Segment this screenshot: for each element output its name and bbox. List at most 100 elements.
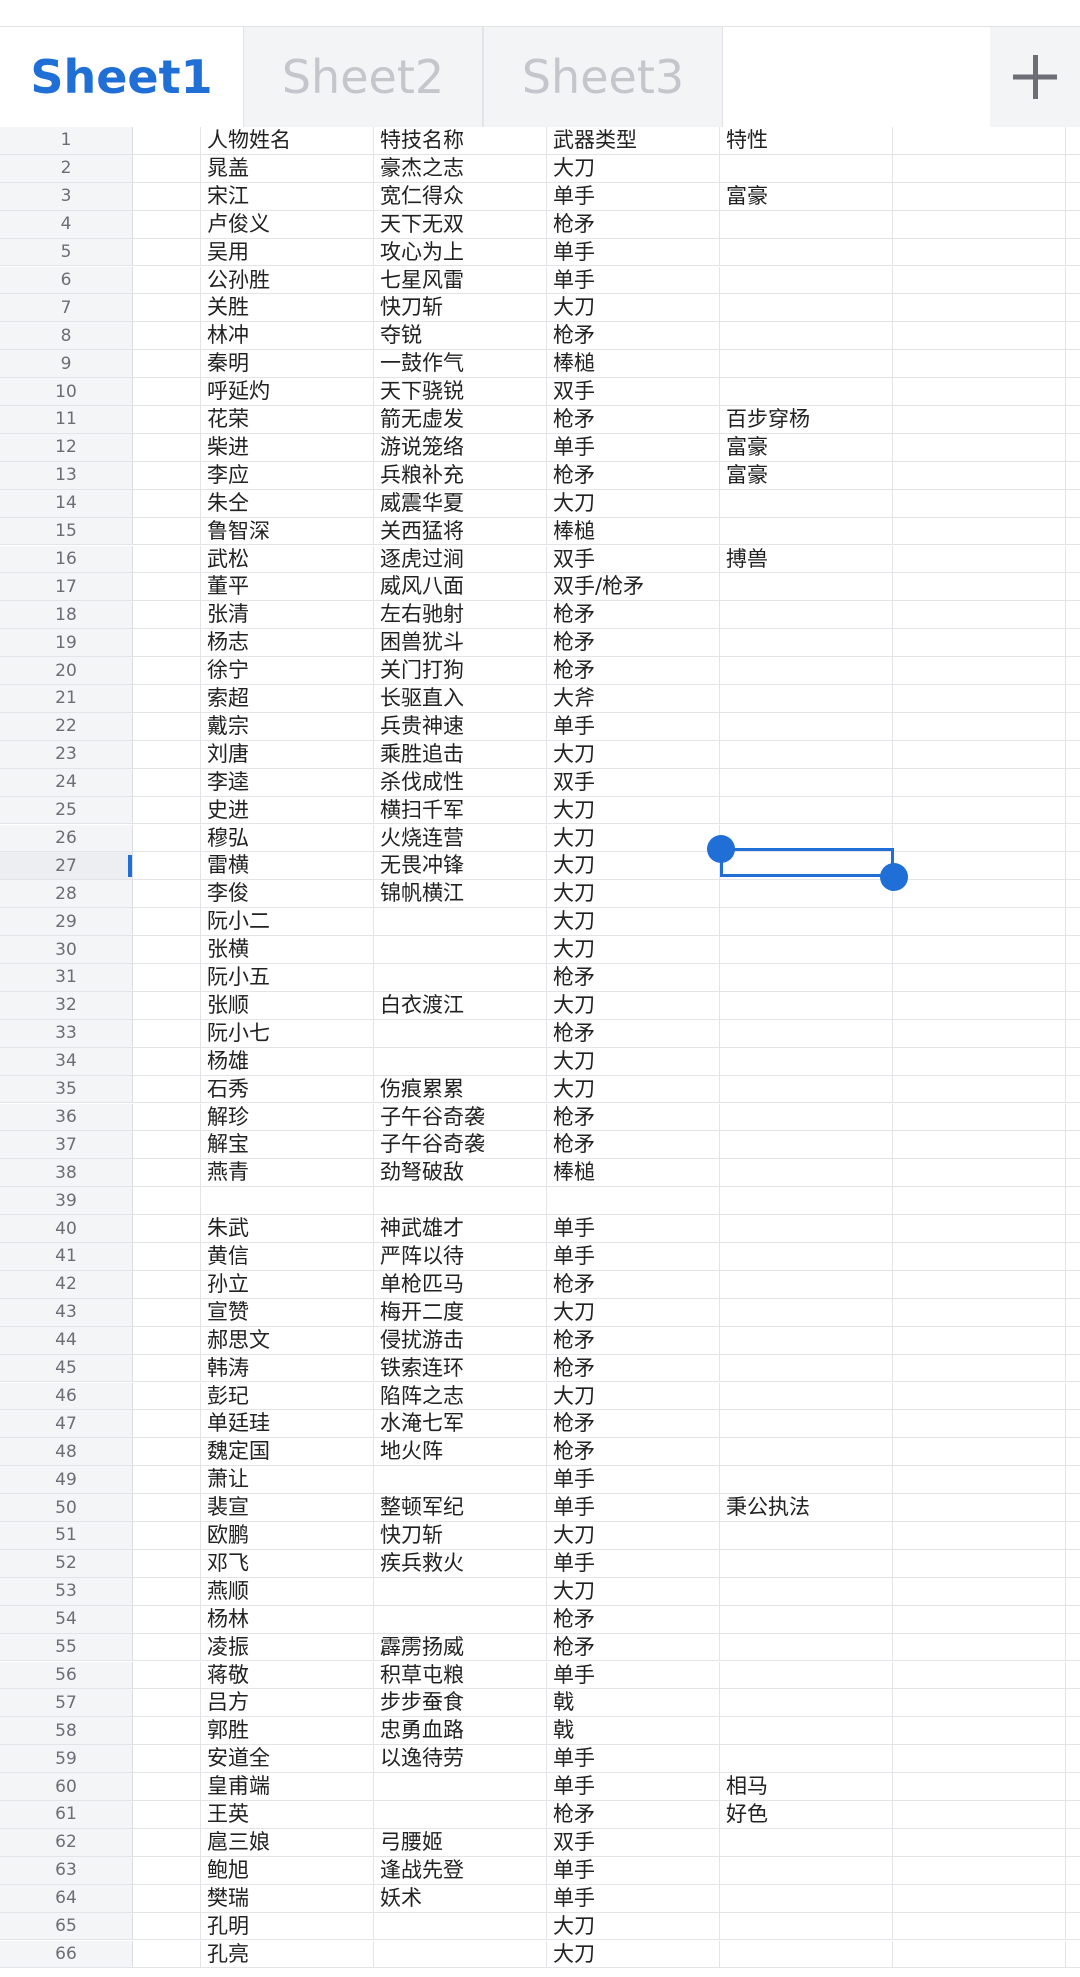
table-cell[interactable] — [133, 182, 201, 210]
table-cell[interactable]: 逢战先登 — [374, 1856, 547, 1884]
row-number[interactable]: 32 — [0, 991, 133, 1019]
table-cell[interactable] — [720, 1577, 893, 1605]
table-cell[interactable] — [133, 1019, 201, 1047]
table-cell[interactable] — [374, 908, 547, 936]
table-cell[interactable]: 子午谷奇袭 — [374, 1131, 547, 1159]
table-cell[interactable] — [893, 182, 1066, 210]
table-cell[interactable]: 特性 — [720, 127, 893, 154]
table-cell[interactable] — [893, 1019, 1066, 1047]
table-cell[interactable] — [893, 964, 1066, 991]
row-number[interactable]: 59 — [0, 1745, 133, 1773]
table-cell[interactable]: 晁盖 — [201, 154, 374, 182]
tab-sheet2[interactable]: Sheet2 — [243, 27, 483, 127]
table-cell[interactable] — [893, 461, 1066, 489]
table-cell[interactable]: 雷横 — [201, 852, 374, 880]
table-cell[interactable] — [720, 1047, 893, 1075]
table-cell[interactable] — [133, 1075, 201, 1103]
table-cell[interactable] — [133, 768, 201, 796]
table-cell[interactable] — [133, 1159, 201, 1187]
table-cell[interactable] — [133, 1410, 201, 1438]
table-cell[interactable] — [893, 1689, 1066, 1717]
table-cell[interactable]: 凌振 — [201, 1633, 374, 1661]
table-cell[interactable]: 关胜 — [201, 294, 374, 322]
table-cell[interactable]: 欧鹏 — [201, 1522, 374, 1549]
table-cell[interactable] — [133, 350, 201, 378]
table-cell[interactable] — [893, 1187, 1066, 1215]
table-cell[interactable]: 箭无虚发 — [374, 406, 547, 433]
table-cell[interactable] — [374, 1605, 547, 1633]
table-cell[interactable] — [133, 1912, 201, 1940]
table-cell[interactable] — [893, 1745, 1066, 1773]
table-cell[interactable] — [201, 1187, 374, 1215]
table-cell[interactable]: 天下骁锐 — [374, 378, 547, 405]
table-cell[interactable] — [133, 685, 201, 712]
table-cell[interactable] — [133, 880, 201, 908]
table-cell[interactable]: 铁索连环 — [374, 1354, 547, 1382]
table-cell[interactable] — [893, 1605, 1066, 1633]
table-cell[interactable] — [720, 601, 893, 629]
table-cell[interactable] — [133, 461, 201, 489]
table-cell[interactable]: 严阵以待 — [374, 1243, 547, 1270]
table-cell[interactable] — [133, 127, 201, 154]
table-cell[interactable]: 呼延灼 — [201, 378, 374, 405]
table-cell[interactable] — [893, 1103, 1066, 1131]
row-number[interactable]: 21 — [0, 685, 133, 712]
table-cell[interactable] — [133, 545, 201, 573]
row-number[interactable]: 66 — [0, 1940, 133, 1968]
table-cell[interactable] — [133, 824, 201, 852]
table-cell[interactable]: 枪矛 — [547, 657, 720, 684]
table-cell[interactable] — [893, 1940, 1066, 1968]
table-cell[interactable]: 单廷珪 — [201, 1410, 374, 1438]
table-cell[interactable] — [720, 322, 893, 350]
table-cell[interactable]: 枪矛 — [547, 1801, 720, 1828]
table-cell[interactable]: 鲍旭 — [201, 1856, 374, 1884]
table-cell[interactable]: 孔亮 — [201, 1940, 374, 1968]
table-cell[interactable] — [720, 1103, 893, 1131]
table-cell[interactable] — [893, 1828, 1066, 1856]
table-cell[interactable]: 枪矛 — [547, 1410, 720, 1438]
table-cell[interactable]: 七星风雷 — [374, 266, 547, 294]
table-cell[interactable] — [374, 1912, 547, 1940]
row-number[interactable]: 6 — [0, 266, 133, 294]
table-cell[interactable] — [893, 1522, 1066, 1549]
table-cell[interactable]: 史进 — [201, 796, 374, 824]
table-cell[interactable]: 郭胜 — [201, 1717, 374, 1745]
table-cell[interactable]: 单手 — [547, 1884, 720, 1912]
table-cell[interactable] — [720, 629, 893, 657]
row-number[interactable]: 62 — [0, 1828, 133, 1856]
table-cell[interactable] — [133, 1717, 201, 1745]
table-cell[interactable]: 大刀 — [547, 740, 720, 768]
table-cell[interactable] — [133, 1633, 201, 1661]
table-cell[interactable] — [893, 1243, 1066, 1270]
row-number[interactable]: 33 — [0, 1019, 133, 1047]
row-number[interactable]: 35 — [0, 1075, 133, 1103]
table-cell[interactable]: 吴用 — [201, 238, 374, 266]
table-cell[interactable] — [893, 1131, 1066, 1159]
table-cell[interactable]: 杨雄 — [201, 1047, 374, 1075]
table-cell[interactable] — [893, 1159, 1066, 1187]
table-cell[interactable]: 王英 — [201, 1801, 374, 1828]
table-cell[interactable] — [720, 1466, 893, 1494]
table-cell[interactable]: 水淹七军 — [374, 1410, 547, 1438]
row-number[interactable]: 27 — [0, 852, 133, 880]
table-cell[interactable]: 枪矛 — [547, 601, 720, 629]
table-cell[interactable]: 李应 — [201, 461, 374, 489]
table-cell[interactable]: 兵粮补充 — [374, 461, 547, 489]
table-cell[interactable]: 枪矛 — [547, 1633, 720, 1661]
table-cell[interactable] — [893, 1801, 1066, 1828]
row-number[interactable]: 4 — [0, 210, 133, 238]
table-cell[interactable]: 鲁智深 — [201, 517, 374, 545]
table-cell[interactable] — [133, 908, 201, 936]
table-cell[interactable] — [893, 1466, 1066, 1494]
table-cell[interactable]: 相马 — [720, 1773, 893, 1800]
row-number[interactable]: 42 — [0, 1270, 133, 1298]
table-cell[interactable]: 石秀 — [201, 1075, 374, 1103]
table-cell[interactable] — [893, 1912, 1066, 1940]
table-cell[interactable]: 彭玘 — [201, 1382, 374, 1410]
table-cell[interactable]: 积草屯粮 — [374, 1661, 547, 1689]
row-number[interactable]: 30 — [0, 936, 133, 963]
table-cell[interactable] — [893, 768, 1066, 796]
table-cell[interactable]: 解宝 — [201, 1131, 374, 1159]
row-number[interactable]: 49 — [0, 1466, 133, 1494]
tab-sheet1[interactable]: Sheet1 — [0, 27, 243, 127]
